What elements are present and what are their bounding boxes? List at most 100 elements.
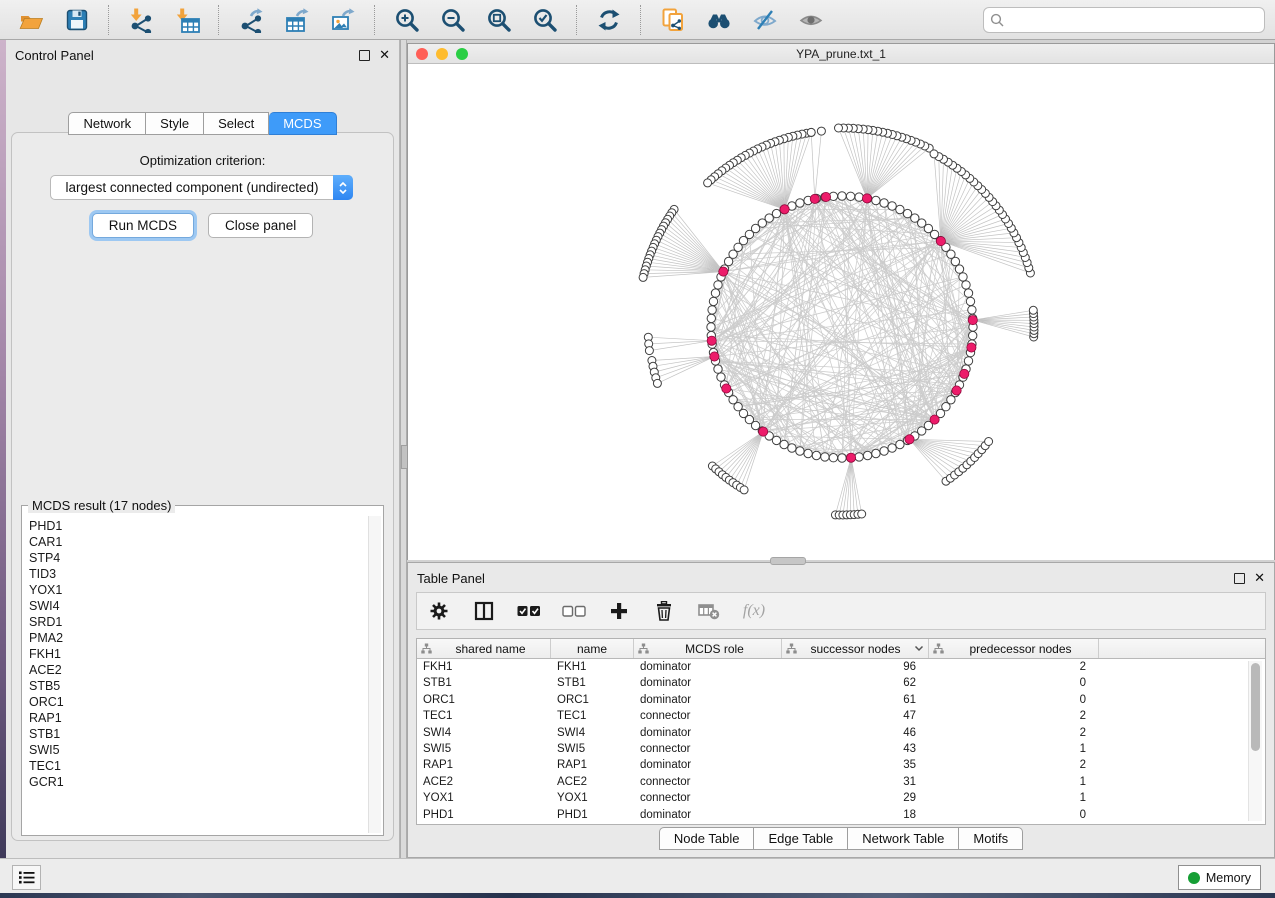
table-row[interactable]: STB1 STB1 dominator 62 0: [417, 675, 1265, 691]
mcds-result-item[interactable]: SWI4: [25, 598, 367, 614]
table-row[interactable]: ORC1 ORC1 dominator 61 0: [417, 692, 1265, 708]
cell-name: STB1: [551, 675, 634, 691]
tab-style[interactable]: Style: [146, 112, 204, 135]
cell-filler: [1099, 741, 1265, 757]
zoom-out-button[interactable]: [432, 4, 474, 36]
optimization-criterion-select[interactable]: largest connected component (undirected): [50, 175, 353, 200]
column-label: predecessor nodes: [947, 642, 1094, 656]
close-panel-icon[interactable]: ✕: [1254, 573, 1265, 583]
hide-selected-button[interactable]: [744, 4, 786, 36]
network-graph[interactable]: [408, 64, 1273, 560]
close-window-icon[interactable]: [416, 48, 428, 60]
table-toolbar: f(x): [416, 592, 1266, 630]
tab-select[interactable]: Select: [204, 112, 269, 135]
mcds-result-item[interactable]: PMA2: [25, 630, 367, 646]
new-network-from-selection-button[interactable]: [652, 4, 694, 36]
mcds-result-item[interactable]: PHD1: [25, 518, 367, 534]
column-header-shared-name[interactable]: shared name: [417, 639, 551, 658]
cell-name: TEC1: [551, 708, 634, 724]
add-row-button[interactable]: [607, 599, 631, 623]
mcds-result-item[interactable]: YOX1: [25, 582, 367, 598]
cell-predecessor-nodes: 0: [929, 675, 1099, 691]
zoom-selected-button[interactable]: [524, 4, 566, 36]
deselect-all-button[interactable]: [562, 599, 586, 623]
mcds-result-item[interactable]: SRD1: [25, 614, 367, 630]
select-all-button[interactable]: [517, 599, 541, 623]
column-type-icon: [933, 643, 944, 654]
search-box[interactable]: [983, 7, 1265, 33]
export-table-button[interactable]: [276, 4, 318, 36]
tab-node-table[interactable]: Node Table: [659, 827, 755, 850]
tab-network-table[interactable]: Network Table: [848, 827, 959, 850]
cell-filler: [1099, 807, 1265, 823]
save-session-button[interactable]: [56, 4, 98, 36]
open-file-button[interactable]: [10, 4, 52, 36]
maximize-window-icon[interactable]: [456, 48, 468, 60]
export-network-button[interactable]: [230, 4, 272, 36]
column-header-successor-nodes[interactable]: successor nodes: [782, 639, 929, 658]
table-row[interactable]: ACE2 ACE2 connector 31 1: [417, 774, 1265, 790]
export-image-button[interactable]: [322, 4, 364, 36]
show-columns-button[interactable]: [472, 599, 496, 623]
zoom-fit-button[interactable]: [478, 4, 520, 36]
table-row[interactable]: RAP1 RAP1 dominator 35 2: [417, 757, 1265, 773]
close-panel-button[interactable]: Close panel: [208, 213, 313, 238]
search-input[interactable]: [1008, 11, 1258, 28]
mcds-result-item[interactable]: ACE2: [25, 662, 367, 678]
tab-mcds[interactable]: MCDS: [269, 112, 336, 135]
mcds-result-item[interactable]: RAP1: [25, 710, 367, 726]
vertical-splitter[interactable]: [400, 40, 407, 858]
table-row[interactable]: SWI4 SWI4 dominator 46 2: [417, 725, 1265, 741]
cell-filler: [1099, 725, 1265, 741]
mcds-result-item[interactable]: STB5: [25, 678, 367, 694]
column-header-predecessor-nodes[interactable]: predecessor nodes: [929, 639, 1099, 658]
mcds-list-scrollbar[interactable]: [368, 516, 381, 833]
task-history-button[interactable]: [12, 865, 41, 890]
import-network-button[interactable]: [120, 4, 162, 36]
apply-layout-button[interactable]: [588, 4, 630, 36]
table-scrollbar-thumb[interactable]: [1251, 663, 1260, 751]
column-type-icon: [421, 643, 432, 654]
mcds-result-item[interactable]: TID3: [25, 566, 367, 582]
mcds-result-item[interactable]: ORC1: [25, 694, 367, 710]
mcds-result-item[interactable]: SWI5: [25, 742, 367, 758]
search-icon: [990, 13, 1004, 27]
zoom-in-button[interactable]: [386, 4, 428, 36]
column-header-MCDS-role[interactable]: MCDS role: [634, 639, 782, 658]
minimize-window-icon[interactable]: [436, 48, 448, 60]
column-header-name[interactable]: name: [551, 639, 634, 658]
mcds-result-item[interactable]: TEC1: [25, 758, 367, 774]
attribute-settings-button[interactable]: [427, 599, 451, 623]
delete-selected-button[interactable]: [652, 599, 676, 623]
mcds-result-item[interactable]: STB1: [25, 726, 367, 742]
table-row[interactable]: TEC1 TEC1 connector 47 2: [417, 708, 1265, 724]
delete-table-button[interactable]: [697, 599, 721, 623]
run-mcds-button[interactable]: Run MCDS: [92, 213, 194, 238]
horizontal-splitter-grip[interactable]: [770, 557, 806, 565]
show-all-button[interactable]: [790, 4, 832, 36]
mcds-result-item[interactable]: FKH1: [25, 646, 367, 662]
memory-button[interactable]: Memory: [1178, 865, 1261, 890]
first-neighbors-button[interactable]: [698, 4, 740, 36]
table-row[interactable]: FKH1 FKH1 dominator 96 2: [417, 659, 1265, 675]
mcds-result-item[interactable]: STP4: [25, 550, 367, 566]
table-row[interactable]: SWI5 SWI5 connector 43 1: [417, 741, 1265, 757]
tab-edge-table[interactable]: Edge Table: [754, 827, 848, 850]
table-row[interactable]: PHD1 PHD1 dominator 18 0: [417, 807, 1265, 823]
close-panel-icon[interactable]: ✕: [379, 50, 390, 60]
table-scrollbar[interactable]: [1248, 661, 1262, 821]
float-window-icon[interactable]: [1234, 573, 1245, 584]
cell-mcds-role: dominator: [634, 675, 782, 691]
float-window-icon[interactable]: [359, 50, 370, 61]
mcds-result-item[interactable]: CAR1: [25, 534, 367, 550]
tab-network[interactable]: Network: [68, 112, 146, 135]
column-label: name: [555, 642, 629, 656]
network-canvas[interactable]: [408, 64, 1274, 560]
tab-motifs[interactable]: Motifs: [959, 827, 1023, 850]
table-row[interactable]: YOX1 YOX1 connector 29 1: [417, 790, 1265, 806]
function-builder-button[interactable]: f(x): [742, 599, 766, 623]
mcds-result-list[interactable]: PHD1CAR1STP4TID3YOX1SWI4SRD1PMA2FKH1ACE2…: [25, 518, 367, 832]
mcds-result-item[interactable]: GCR1: [25, 774, 367, 790]
network-window-titlebar[interactable]: YPA_prune.txt_1: [408, 44, 1274, 64]
import-table-button[interactable]: [166, 4, 208, 36]
